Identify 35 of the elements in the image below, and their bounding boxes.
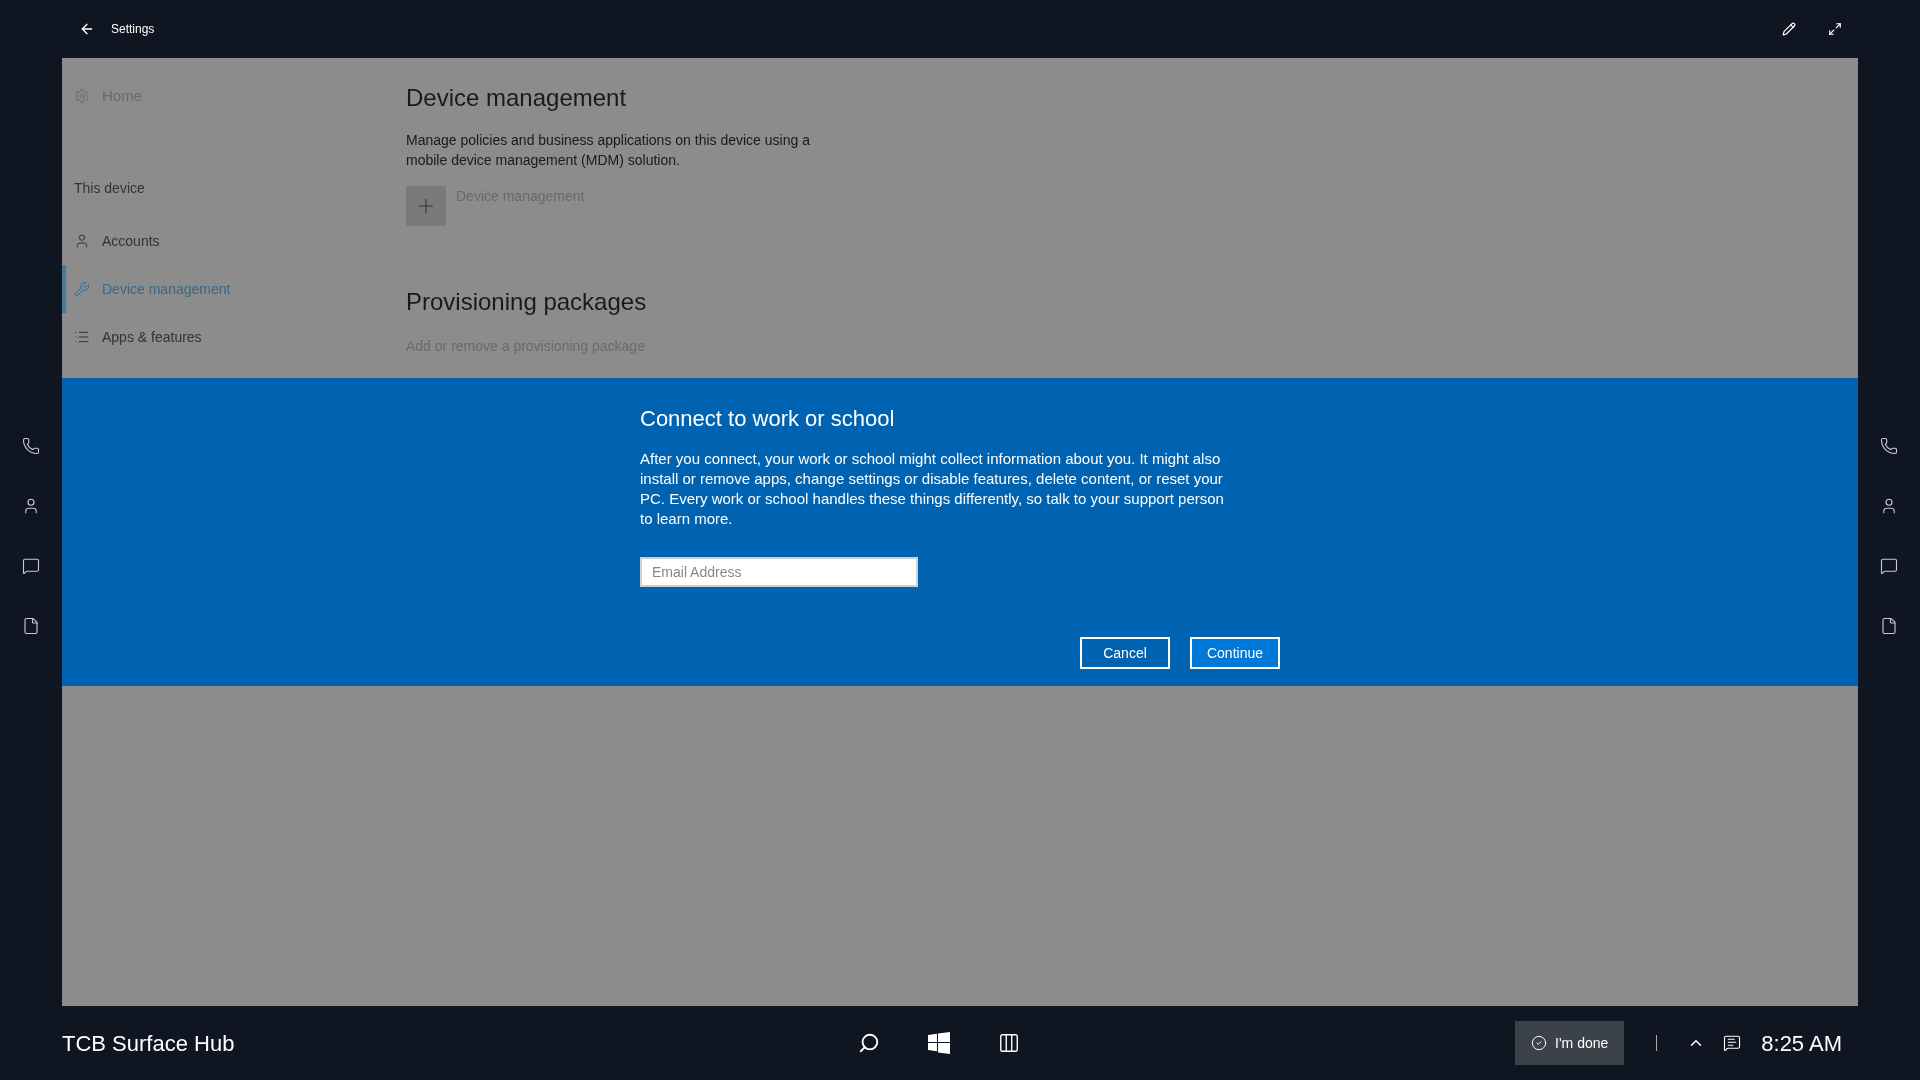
window-title: Settings (111, 21, 155, 38)
search-icon[interactable] (858, 1032, 881, 1054)
sidebar-item[interactable]: Accounts (62, 217, 406, 265)
wrench-icon (74, 281, 90, 297)
dialog-button[interactable]: Continue (1190, 637, 1280, 669)
chat-icon[interactable] (22, 557, 40, 575)
dialog-title: Connect to work or school (640, 405, 896, 433)
email-field[interactable]: Email Address (640, 557, 918, 587)
person-icon[interactable] (1880, 497, 1898, 515)
dialog-button[interactable]: Cancel (1080, 637, 1170, 669)
section-title: Provisioning packages (406, 287, 648, 317)
description: Manage policies and business applications on this device using a mobile device management (MDM) solution. (406, 131, 811, 170)
section-heading: This device (74, 179, 145, 198)
windows-icon[interactable] (928, 1032, 951, 1054)
done-button[interactable]: I'm done (1515, 1021, 1625, 1065)
expand-icon[interactable] (1828, 22, 1842, 36)
dialog-body: After you connect, your work or school might collect information about you. It might also install or remove apps, change settings or disable features, delete content, or reset your PC. Every work or school handles these things differently, so talk to your support person to learn more. (640, 449, 1225, 529)
list-icon (74, 329, 90, 345)
task-view-icon[interactable] (998, 1032, 1021, 1054)
person-icon[interactable] (22, 497, 40, 515)
pen-icon[interactable] (1782, 22, 1796, 36)
check-circle-icon (1531, 1035, 1547, 1051)
phone-icon[interactable] (22, 437, 40, 455)
device-name: TCB Surface Hub (62, 1029, 235, 1058)
document-icon[interactable] (1880, 617, 1898, 635)
page-title: Device management (406, 83, 628, 113)
phone-icon[interactable] (1880, 437, 1898, 455)
back-icon[interactable] (79, 21, 95, 37)
person-icon (74, 233, 90, 249)
chat-icon[interactable] (1880, 557, 1898, 575)
settings-icon (74, 88, 90, 104)
clock: 8:25 AM (1761, 1029, 1842, 1058)
sidebar-item[interactable]: Apps & features (62, 313, 406, 361)
notification-icon[interactable] (1723, 1034, 1742, 1052)
document-icon[interactable] (22, 617, 40, 635)
